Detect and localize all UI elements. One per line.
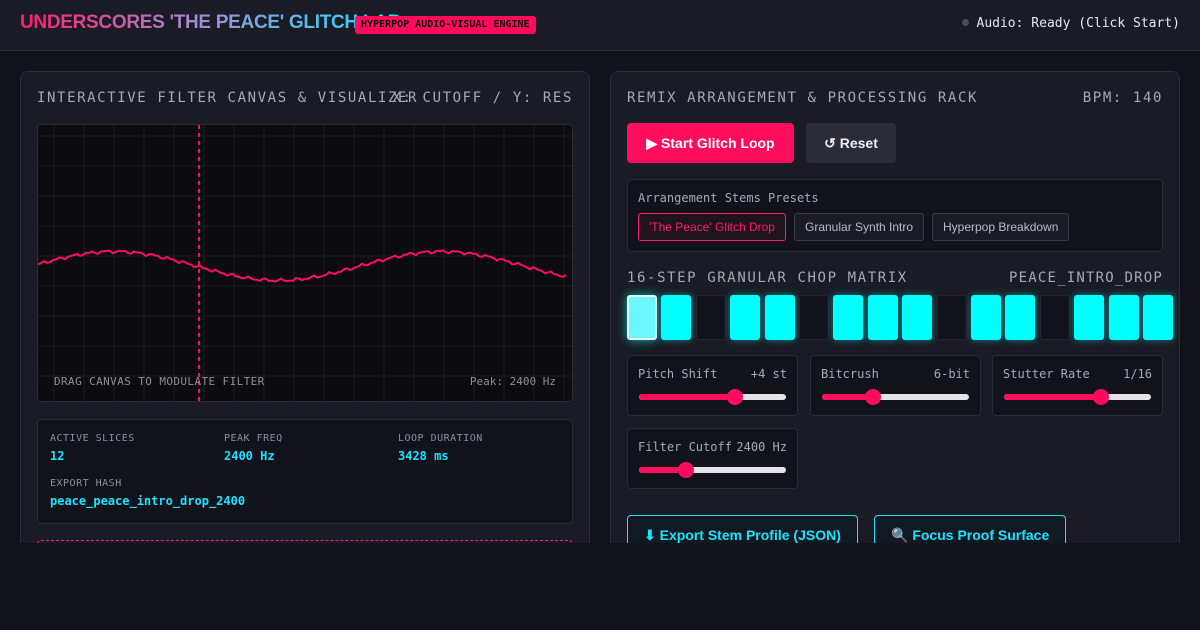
knob-value: 1/16 xyxy=(1123,367,1152,381)
bpm-readout: BPM: 140 xyxy=(1082,90,1163,106)
knob-value: 2400 Hz xyxy=(736,440,787,454)
canvas-hint: DRAG CANVAS TO MODULATE FILTER xyxy=(54,375,265,388)
matrix-step[interactable] xyxy=(730,295,761,340)
stat-label: EXPORT HASH xyxy=(50,478,122,489)
knob-label: Pitch Shift xyxy=(638,367,718,381)
matrix-pattern-name: PEACE_INTRO_DROP xyxy=(1008,270,1163,286)
matrix-step[interactable] xyxy=(1039,295,1070,340)
matrix-step[interactable] xyxy=(627,295,657,340)
knob-label: Bitcrush xyxy=(821,367,879,381)
audio-status: Audio: Ready (Click Start) xyxy=(961,16,1181,31)
filter-waveform xyxy=(38,249,567,283)
filter-cutoff-slider[interactable] xyxy=(639,462,786,478)
presets-box: Arrangement Stems Presets 'The Peace' Gl… xyxy=(627,179,1163,252)
preset-glitch-drop[interactable]: 'The Peace' Glitch Drop xyxy=(638,213,786,241)
peak-readout: Peak: 2400 Hz xyxy=(469,375,556,388)
presets-title: Arrangement Stems Presets xyxy=(638,191,819,205)
knob-value: 6-bit xyxy=(933,367,970,381)
slider-thumb[interactable] xyxy=(726,389,743,405)
matrix-step[interactable] xyxy=(1143,295,1173,340)
reset-button[interactable]: ↺ Reset xyxy=(806,123,896,163)
bitcrush-slider[interactable] xyxy=(822,389,969,405)
stats-box: ACTIVE SLICES 12 PEAK FREQ 2400 Hz LOOP … xyxy=(37,419,573,524)
slider-thumb[interactable] xyxy=(1093,389,1110,405)
matrix-step[interactable] xyxy=(1108,295,1139,340)
stat-peak-freq: PEAK FREQ 2400 Hz xyxy=(224,433,283,463)
app-title: UNDERSCORES 'THE PEACE' GLITCH LAB xyxy=(20,12,401,33)
matrix-step[interactable] xyxy=(695,295,726,340)
remix-panel: REMIX ARRANGEMENT & PROCESSING RACK BPM:… xyxy=(610,71,1180,543)
preset-granular-intro[interactable]: Granular Synth Intro xyxy=(794,213,925,241)
matrix-step[interactable] xyxy=(1074,295,1105,340)
status-dot-icon xyxy=(961,19,969,26)
matrix-step[interactable] xyxy=(833,295,864,340)
knob-bitcrush: Bitcrush 6-bit xyxy=(810,355,981,416)
filter-canvas[interactable]: DRAG CANVAS TO MODULATE FILTER Peak: 240… xyxy=(37,124,573,402)
stat-active-slices: ACTIVE SLICES 12 xyxy=(50,433,135,463)
stat-export-hash: EXPORT HASH peace_peace_intro_drop_2400 xyxy=(50,478,245,508)
stat-value: 12 xyxy=(50,449,65,463)
knob-label: Filter Cutoff xyxy=(638,440,732,454)
stat-value: 2400 Hz xyxy=(224,449,275,463)
knob-pitch-shift: Pitch Shift +4 st xyxy=(627,355,798,416)
knob-stutter-rate: Stutter Rate 1/16 xyxy=(992,355,1163,416)
stutter-rate-slider[interactable] xyxy=(1004,389,1151,405)
matrix-step[interactable] xyxy=(799,295,829,340)
knob-label: Stutter Rate xyxy=(1003,367,1090,381)
engine-badge: HYPERPOP AUDIO-VISUAL ENGINE xyxy=(355,16,536,34)
slider-thumb[interactable] xyxy=(865,389,882,405)
proof-surface xyxy=(37,540,573,543)
matrix-step[interactable] xyxy=(936,295,967,340)
stat-value: peace_peace_intro_drop_2400 xyxy=(50,494,246,508)
slider-fill xyxy=(639,394,735,400)
app-header: UNDERSCORES 'THE PEACE' GLITCH LAB HYPER… xyxy=(0,0,1200,51)
remix-panel-title: REMIX ARRANGEMENT & PROCESSING RACK xyxy=(627,90,979,106)
matrix-step[interactable] xyxy=(971,295,1001,340)
focus-proof-button[interactable]: 🔍 Focus Proof Surface xyxy=(874,515,1067,543)
slider-thumb[interactable] xyxy=(678,462,695,478)
pitch-shift-slider[interactable] xyxy=(639,389,786,405)
stat-loop-duration: LOOP DURATION 3428 ms xyxy=(398,433,483,463)
matrix-step[interactable] xyxy=(661,295,692,340)
preset-hyperpop-breakdown[interactable]: Hyperpop Breakdown xyxy=(932,213,1070,241)
visualizer-svg xyxy=(38,125,572,401)
start-loop-button[interactable]: ▶ Start Glitch Loop xyxy=(627,123,794,163)
export-stem-button[interactable]: ⬇ Export Stem Profile (JSON) xyxy=(627,515,858,543)
stat-label: ACTIVE SLICES xyxy=(50,433,135,444)
matrix-title: 16-STEP GRANULAR CHOP MATRIX xyxy=(627,270,908,286)
axis-hint: X: CUTOFF / Y: RES xyxy=(392,90,573,106)
knob-value: +4 st xyxy=(750,367,787,381)
audio-status-text: Audio: Ready (Click Start) xyxy=(976,16,1181,31)
filter-panel: INTERACTIVE FILTER CANVAS & VISUALIZER X… xyxy=(20,71,590,543)
knob-filter-cutoff: Filter Cutoff 2400 Hz xyxy=(627,428,798,489)
stat-value: 3428 ms xyxy=(398,449,449,463)
filter-panel-title: INTERACTIVE FILTER CANVAS & VISUALIZER xyxy=(37,90,419,106)
stat-label: LOOP DURATION xyxy=(398,433,483,444)
matrix-step[interactable] xyxy=(764,295,795,340)
matrix-step[interactable] xyxy=(902,295,933,340)
slider-fill xyxy=(1004,394,1102,400)
matrix-step[interactable] xyxy=(1005,295,1036,340)
matrix-step[interactable] xyxy=(867,295,898,340)
stat-label: PEAK FREQ xyxy=(224,433,283,444)
